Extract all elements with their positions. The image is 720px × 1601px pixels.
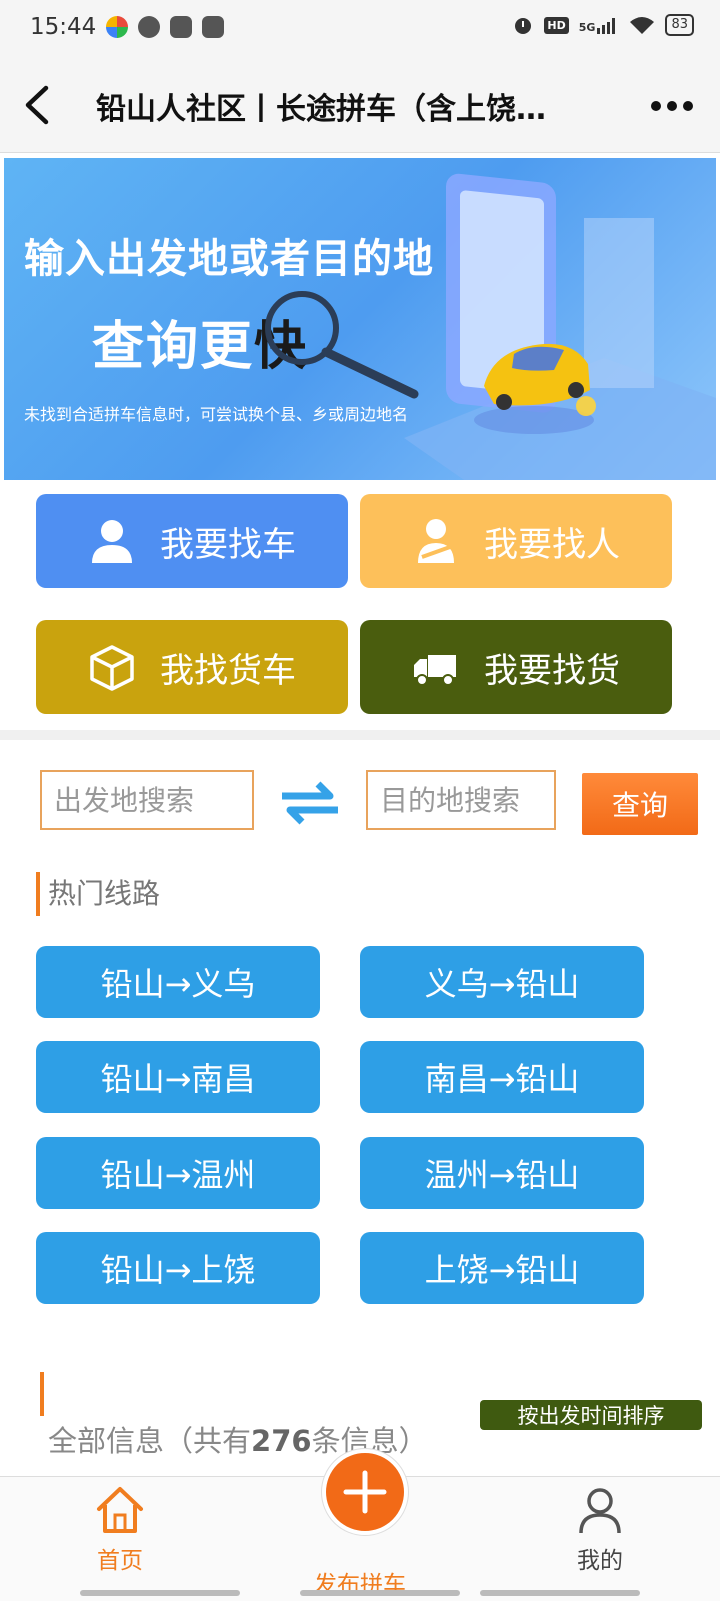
search-banner[interactable]: 输入出发地或者目的地 查询更快 未找到合适拼车信息时，可尝试换个县、乡或周边地名 [4,158,716,480]
signal-icon [597,18,616,34]
route-button[interactable]: 上饶→铅山 [360,1232,644,1304]
find-cargo-label: 我要找货 [484,650,620,691]
hd-badge: HD [544,16,569,34]
find-people-button[interactable]: 我要找人 [360,494,672,588]
departure-search-input[interactable] [40,770,254,830]
route-button[interactable]: 铅山→南昌 [36,1041,320,1113]
home-icon [97,1487,143,1533]
gesture-bar-left [80,1590,240,1596]
nav-bar: 铅山人社区丨长途拼车（含上饶… [0,58,720,153]
hot-routes-heading: 热门线路 [36,872,160,916]
battery-indicator: 83 [665,14,694,36]
gesture-bar-center [300,1590,460,1596]
tab-home-label: 首页 [97,1548,143,1574]
banner-subheadline-main: 查询更 [92,317,255,377]
route-button[interactable]: 南昌→铅山 [360,1041,644,1113]
page-title: 铅山人社区丨长途拼车（含上饶… [96,92,546,127]
truck-icon [414,655,456,686]
sort-by-departure-button[interactable]: 按出发时间排序 [480,1400,702,1430]
all-info-accent-bar [40,1372,44,1416]
find-truck-label: 我找货车 [160,650,296,691]
find-car-button[interactable]: 我要找车 [36,494,348,588]
destination-search-input[interactable] [366,770,556,830]
all-info-count: 276 [251,1424,312,1458]
banner-note: 未找到合适拼车信息时，可尝试换个县、乡或周边地名 [24,405,409,424]
network-label: 5G [578,21,596,34]
tab-publish[interactable]: 发布拼车 [290,1449,430,1601]
status-bar: 15:44 HD 5G 83 [0,0,720,58]
find-truck-button[interactable]: 我找货车 [36,620,348,714]
inbox-icon [202,16,224,38]
pinwheel-icon [106,16,128,38]
person-icon [92,520,132,563]
route-button[interactable]: 义乌→铅山 [360,946,644,1018]
bottom-tab-bar: 首页 发布拼车 我的 [0,1449,720,1601]
all-info-prefix: 全部信息（共有 [48,1424,252,1458]
route-button[interactable]: 温州→铅山 [360,1137,644,1209]
tab-mine[interactable]: 我的 [550,1477,650,1601]
find-people-label: 我要找人 [484,524,620,565]
route-button[interactable]: 铅山→温州 [36,1137,320,1209]
tab-mine-label: 我的 [577,1548,623,1574]
find-car-label: 我要找车 [160,524,296,565]
link-app-icon [170,16,192,38]
plus-icon [322,1449,408,1535]
magnifier-icon [265,291,419,399]
tab-home[interactable]: 首页 [70,1477,170,1601]
wifi-icon [630,17,655,34]
route-button[interactable]: 铅山→上饶 [36,1232,320,1304]
box-icon [90,645,134,691]
status-time: 15:44 [30,14,97,40]
swap-arrows-icon[interactable] [278,778,342,826]
alarm-icon [515,18,532,34]
user-icon [579,1488,621,1534]
more-dots-icon[interactable] [648,86,696,126]
wechat-icon [138,16,160,38]
banner-headline: 输入出发地或者目的地 [24,236,434,282]
route-button[interactable]: 铅山→义乌 [36,946,320,1018]
status-indicators: HD 5G 83 [512,14,694,36]
plus-glyph [343,1470,387,1514]
network-indicator: 5G [579,16,620,34]
driver-icon [418,519,454,563]
find-cargo-button[interactable]: 我要找货 [360,620,672,714]
gesture-bar-right [480,1590,640,1596]
query-button[interactable]: 查询 [582,773,698,835]
chevron-left-icon[interactable] [18,80,58,130]
status-app-icons [106,16,224,38]
phone-car-illustration [404,173,716,480]
section-divider [0,730,720,740]
